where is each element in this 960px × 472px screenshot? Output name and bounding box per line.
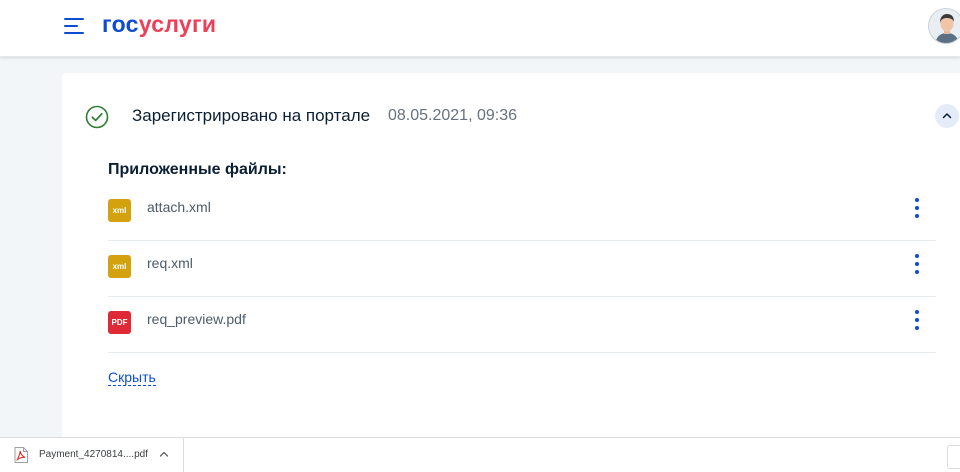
top-header: госуслуги xyxy=(0,0,960,57)
more-vertical-icon[interactable] xyxy=(910,251,924,277)
logo-part-gos: гос xyxy=(102,11,139,37)
menu-icon[interactable] xyxy=(64,17,84,35)
show-all-downloads-button[interactable] xyxy=(947,445,960,469)
gosuslugi-logo[interactable]: госуслуги xyxy=(102,11,216,38)
status-title: Зарегистрировано на портале xyxy=(132,106,371,125)
logo-part-uslugi: услуги xyxy=(138,11,217,37)
file-row: PDF req_preview.pdf xyxy=(108,297,936,353)
xml-file-icon: xml xyxy=(108,255,131,278)
more-vertical-icon[interactable] xyxy=(910,307,924,333)
file-name-link[interactable]: attach.xml xyxy=(147,199,211,215)
pdf-file-icon xyxy=(14,447,28,463)
chevron-up-icon xyxy=(942,113,952,119)
attached-files-heading: Приложенные файлы: xyxy=(108,161,287,178)
download-item[interactable]: Payment_4270814....pdf xyxy=(0,438,184,472)
download-bar: Payment_4270814....pdf xyxy=(0,437,960,472)
status-date: 08.05.2021, 09:36 xyxy=(388,107,518,124)
collapse-button[interactable] xyxy=(935,104,959,128)
pdf-file-icon: PDF xyxy=(108,311,131,334)
xml-file-icon: xml xyxy=(108,199,131,222)
user-icon xyxy=(929,9,960,43)
more-vertical-icon[interactable] xyxy=(910,195,924,221)
status-row[interactable]: Зарегистрировано на портале 08.05.2021, … xyxy=(62,73,960,159)
file-row: xml req.xml xyxy=(108,241,936,297)
chevron-up-icon[interactable] xyxy=(159,450,169,458)
status-card: Зарегистрировано на портале 08.05.2021, … xyxy=(62,73,960,437)
download-file-name: Payment_4270814....pdf xyxy=(39,449,148,460)
file-list: xml attach.xml xml req.xml PDF req_previ… xyxy=(108,185,936,353)
file-name-link[interactable]: req_preview.pdf xyxy=(147,311,246,327)
file-row: xml attach.xml xyxy=(108,185,936,241)
user-avatar[interactable] xyxy=(928,8,960,44)
check-circle-icon xyxy=(85,105,109,129)
file-name-link[interactable]: req.xml xyxy=(147,255,193,271)
hide-link[interactable]: Скрыть xyxy=(108,370,156,386)
